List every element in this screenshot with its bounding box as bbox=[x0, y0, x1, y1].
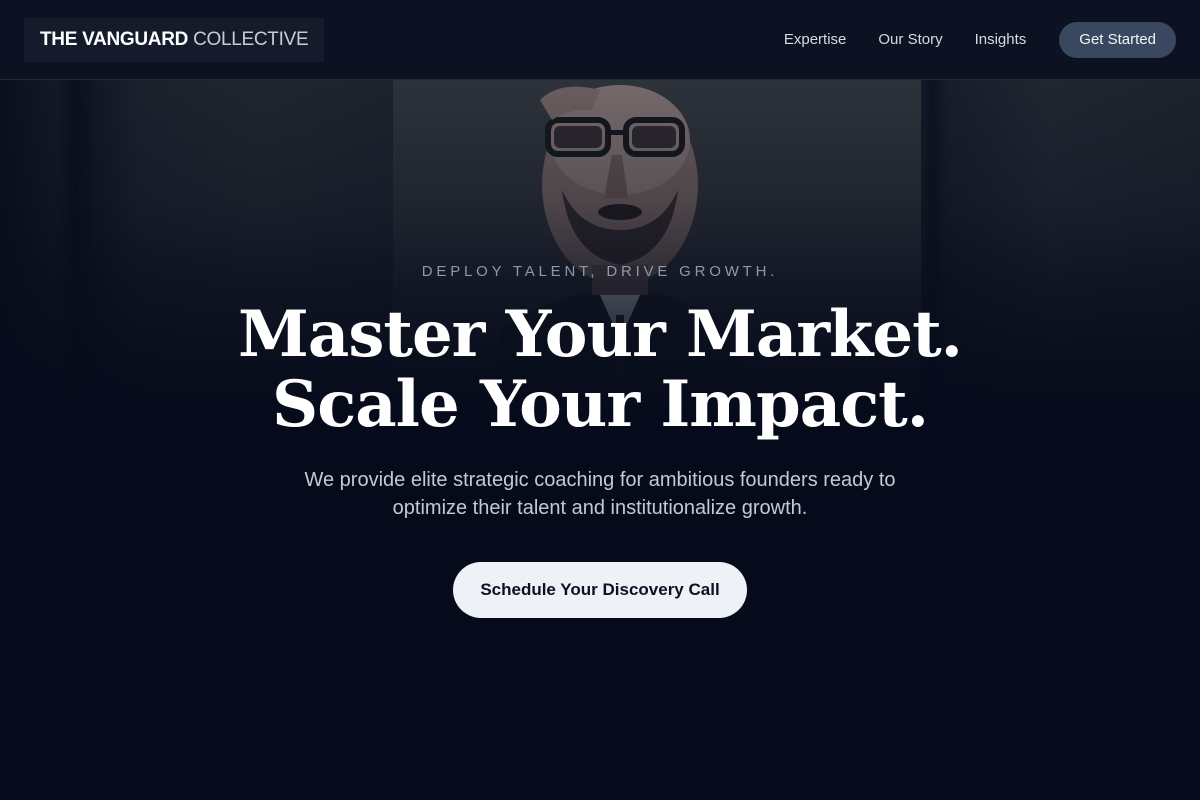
hero-headline: Master Your Market. Scale Your Impact. bbox=[0, 300, 1200, 440]
hero-subtext: We provide elite strategic coaching for … bbox=[304, 469, 896, 519]
landing-page: THE VANGUARD COLLECTIVE Expertise Our St… bbox=[0, 0, 1200, 800]
hero-headline-line-1: Master Your Market. bbox=[238, 297, 963, 372]
hero-section: DEPLOY TALENT, DRIVE GROWTH. Master Your… bbox=[0, 0, 1200, 800]
schedule-discovery-call-button[interactable]: Schedule Your Discovery Call bbox=[453, 562, 747, 618]
hero-headline-line-2: Scale Your Impact. bbox=[272, 367, 929, 442]
hero-eyebrow: DEPLOY TALENT, DRIVE GROWTH. bbox=[421, 263, 779, 280]
